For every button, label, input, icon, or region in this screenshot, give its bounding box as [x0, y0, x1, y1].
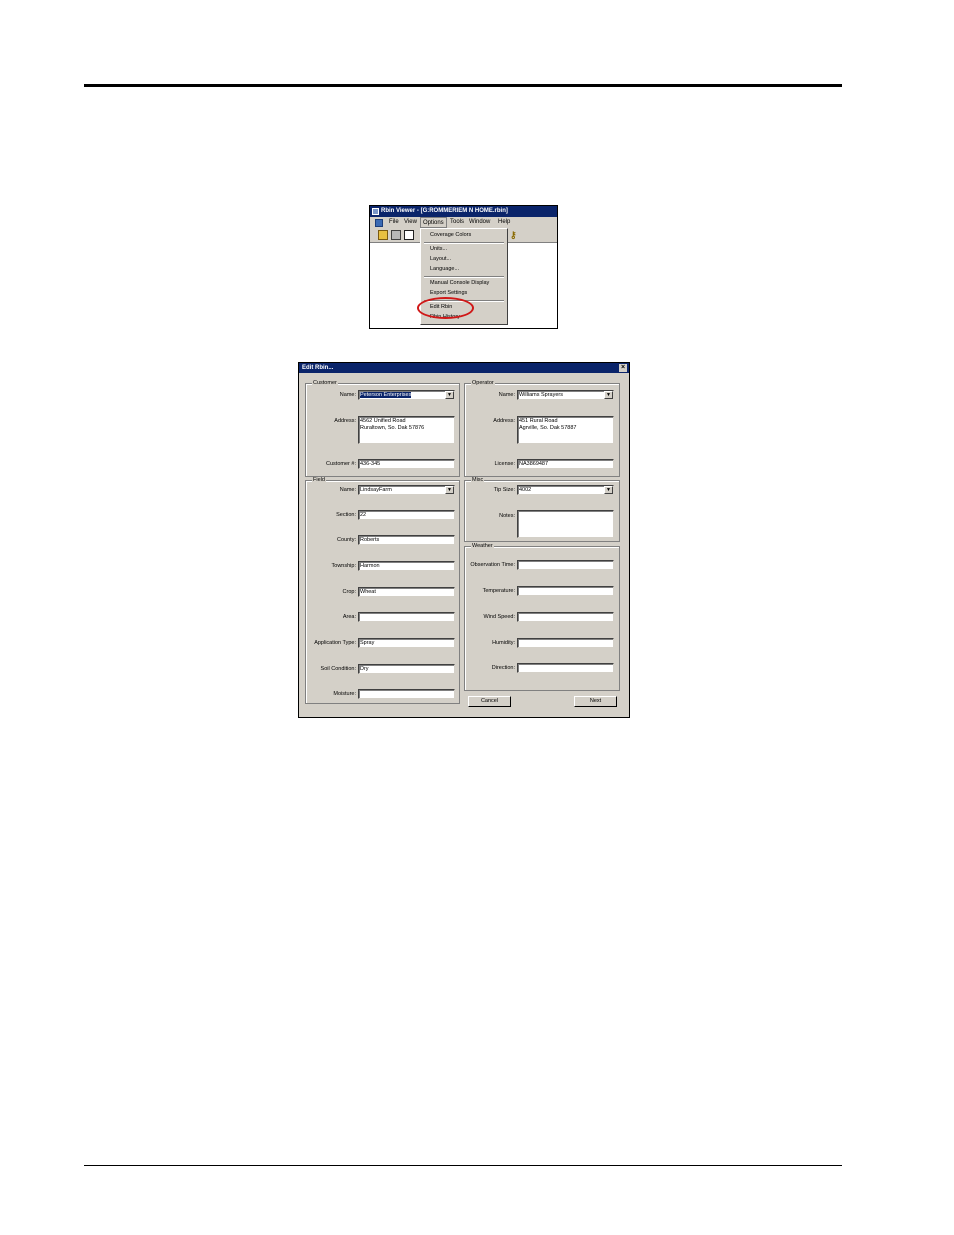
app-title-bar: Rbin Viewer - [G:ROMMERIEM N HOME.rbin] [370, 206, 557, 217]
notes-input[interactable] [517, 510, 614, 538]
menu-item-export-settings[interactable]: Export Settings [430, 290, 467, 297]
operator-license-input[interactable]: NA3869487 [517, 459, 614, 469]
humidity-label: Humidity: [492, 640, 515, 646]
weather-group-label: Weather [471, 543, 494, 550]
menu-view[interactable]: View [402, 217, 419, 228]
moisture-label: Moisture: [333, 691, 356, 697]
notes-label: Notes: [499, 513, 515, 519]
tip-size-value: 4002 [519, 487, 532, 493]
document-icon [375, 219, 383, 227]
area-label: Area: [342, 614, 356, 620]
wind-speed-label: Wind Speed: [483, 614, 516, 620]
highlight-circle [417, 297, 474, 319]
operator-address-label: Address: [493, 418, 515, 424]
direction-input[interactable] [517, 663, 614, 673]
observation-time-label: Observation Time: [470, 562, 515, 568]
menu-tools[interactable]: Tools [448, 217, 466, 228]
app-icon [372, 208, 379, 215]
operator-name-label: Name: [498, 392, 515, 398]
temperature-input[interactable] [517, 586, 614, 596]
field-group-label: Field [312, 477, 326, 484]
customer-name-combo[interactable]: Peterson Enterprises ▼ [358, 390, 455, 400]
customer-name-value: Peterson Enterprises [360, 392, 412, 398]
operator-group-label: Operator [471, 380, 495, 387]
crop-label: Crop: [342, 589, 356, 595]
next-button[interactable]: Next [574, 696, 617, 707]
crop-input[interactable]: Wheat [358, 587, 455, 597]
moisture-input[interactable] [358, 689, 455, 699]
menu-separator [424, 276, 504, 278]
key-icon[interactable]: ⚷ [510, 230, 520, 240]
humidity-input[interactable] [517, 638, 614, 648]
township-input[interactable]: Harmon [358, 561, 455, 571]
dialog-title: Edit Rbin... [302, 365, 334, 371]
customer-id-input[interactable]: 436-345 [358, 459, 455, 469]
menu-file[interactable]: File [387, 217, 401, 228]
soil-condition-label: Soil Condition: [320, 666, 356, 672]
field-name-value: LindsayFarm [360, 487, 392, 493]
customer-group-label: Customer [312, 380, 338, 387]
menu-bar: File View Options Tools Window Help [370, 217, 557, 228]
tip-size-label: Tip Size: [493, 487, 515, 493]
options-menu-screenshot: Rbin Viewer - [G:ROMMERIEM N HOME.rbin] … [369, 205, 558, 329]
application-type-input[interactable]: Spray [358, 638, 455, 648]
menu-window[interactable]: Window [467, 217, 492, 228]
footer-rule [84, 1165, 842, 1166]
chevron-down-icon[interactable]: ▼ [604, 486, 613, 494]
chevron-down-icon[interactable]: ▼ [445, 391, 454, 399]
application-type-label: Application Type: [314, 640, 356, 646]
customer-id-label: Customer #: [326, 461, 356, 467]
observation-time-input[interactable] [517, 560, 614, 570]
operator-name-combo[interactable]: Williams Sprayers ▼ [517, 390, 614, 400]
direction-label: Direction: [491, 665, 515, 671]
menu-item-units[interactable]: Units... [430, 246, 447, 253]
chevron-down-icon[interactable]: ▼ [604, 391, 613, 399]
menu-item-coverage-colors[interactable]: Coverage Colors [430, 232, 471, 239]
tip-size-combo[interactable]: 4002 ▼ [517, 485, 614, 495]
printer-icon[interactable] [391, 230, 401, 240]
print-preview-icon[interactable] [404, 230, 414, 240]
soil-condition-input[interactable]: Dry [358, 664, 455, 674]
operator-license-label: License: [494, 461, 516, 467]
operator-address-input[interactable]: 451 Rural Road Agrville, So. Dak 57887 [517, 416, 614, 444]
field-name-combo[interactable]: LindsayFarm ▼ [358, 485, 455, 495]
menu-item-manual-console-display[interactable]: Manual Console Display [430, 280, 489, 287]
menu-item-layout[interactable]: Layout... [430, 256, 451, 263]
menu-separator [424, 242, 504, 244]
county-input[interactable]: Roberts [358, 535, 455, 545]
menu-help[interactable]: Help [496, 217, 512, 228]
county-label: County: [337, 537, 356, 543]
header-rule [84, 84, 842, 87]
edit-rbin-dialog: Edit Rbin... × Customer Name: Peterson E… [298, 362, 630, 718]
misc-group-label: Misc [471, 477, 485, 484]
township-label: Township: [331, 563, 356, 569]
section-input[interactable]: 22 [358, 510, 455, 520]
chevron-down-icon[interactable]: ▼ [445, 486, 454, 494]
customer-name-label: Name: [339, 392, 356, 398]
cancel-button[interactable]: Cancel [468, 696, 511, 707]
operator-name-value: Williams Sprayers [519, 392, 564, 398]
customer-address-label: Address: [334, 418, 356, 424]
section-label: Section: [336, 512, 356, 518]
menu-options[interactable]: Options [420, 217, 447, 228]
field-name-label: Name: [339, 487, 356, 493]
wind-speed-input[interactable] [517, 612, 614, 622]
app-title: Rbin Viewer - [G:ROMMERIEM N HOME.rbin] [381, 208, 508, 214]
customer-address-input[interactable]: 4562 Unified Road Ruraltown, So. Dak 578… [358, 416, 455, 444]
area-input[interactable] [358, 612, 455, 622]
temperature-label: Temperature: [482, 588, 515, 594]
dialog-title-bar: Edit Rbin... × [299, 363, 629, 373]
menu-item-language[interactable]: Language... [430, 266, 459, 273]
open-folder-icon[interactable] [378, 230, 388, 240]
close-icon[interactable]: × [619, 364, 627, 372]
